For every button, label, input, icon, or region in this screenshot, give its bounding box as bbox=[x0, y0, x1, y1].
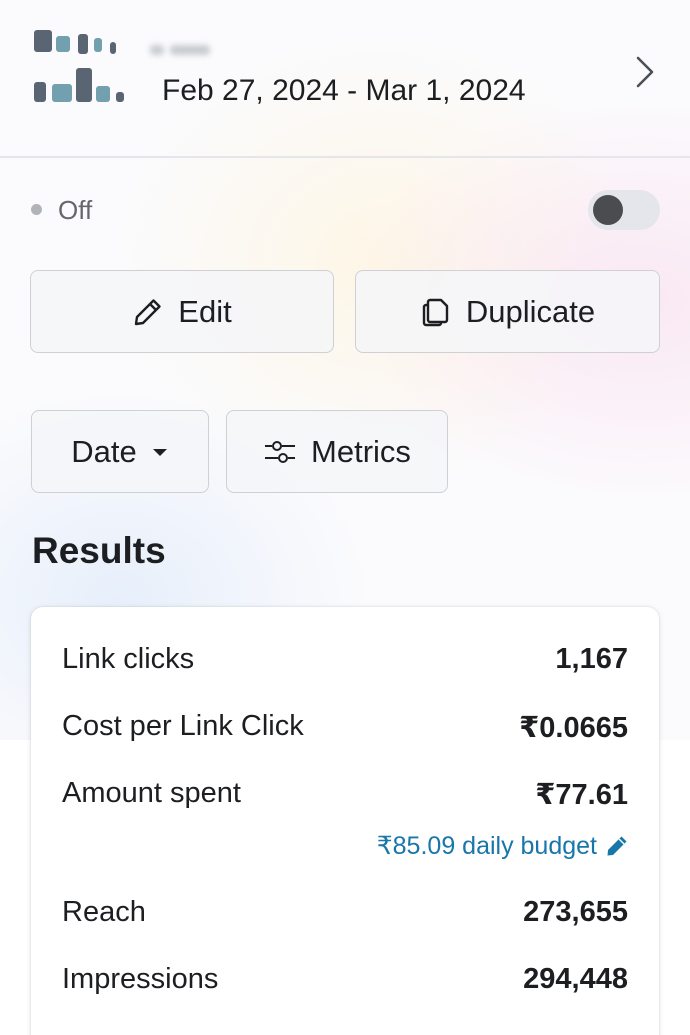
metric-value: 273,655 bbox=[523, 896, 628, 928]
ad-details-screen: Feb 27, 2024 - Mar 1, 2024 Off Edit Dupl… bbox=[0, 0, 690, 1035]
ad-name-redacted bbox=[150, 42, 230, 58]
pencil-icon bbox=[135, 298, 161, 325]
metric-value: ₹77.61 bbox=[535, 779, 628, 811]
ad-status-toggle[interactable] bbox=[588, 190, 660, 230]
metric-label: Impressions bbox=[62, 963, 219, 995]
metric-label: Reach bbox=[62, 896, 146, 928]
date-range: Feb 27, 2024 - Mar 1, 2024 bbox=[162, 74, 526, 107]
results-heading: Results bbox=[32, 530, 166, 571]
status-label: Off bbox=[58, 195, 93, 225]
metrics-label: Metrics bbox=[311, 433, 411, 469]
duplicate-icon bbox=[422, 298, 449, 326]
results-card: Link clicks 1,167 Cost per Link Click ₹0… bbox=[31, 607, 659, 1035]
metrics-button[interactable]: Metrics bbox=[226, 410, 448, 493]
chevron-right-icon[interactable] bbox=[630, 52, 660, 92]
metric-value: 294,448 bbox=[523, 963, 628, 995]
metric-label: Cost per Link Click bbox=[62, 710, 304, 742]
metric-label: Amount spent bbox=[62, 777, 241, 809]
daily-budget-link[interactable]: ₹85.09 daily budget bbox=[377, 831, 629, 861]
pencil-edit-icon bbox=[607, 836, 627, 856]
ad-header[interactable]: Feb 27, 2024 - Mar 1, 2024 bbox=[0, 0, 690, 158]
daily-budget-label: ₹85.09 daily budget bbox=[376, 832, 597, 860]
duplicate-button[interactable]: Duplicate bbox=[355, 270, 660, 353]
edit-label: Edit bbox=[178, 293, 232, 329]
ad-thumbnail bbox=[30, 20, 130, 110]
edit-button[interactable]: Edit bbox=[30, 270, 334, 353]
metric-value: ₹0.0665 bbox=[519, 712, 628, 744]
metric-value: 1,167 bbox=[555, 643, 628, 675]
toggle-knob bbox=[593, 195, 623, 225]
caret-down-icon bbox=[152, 448, 167, 456]
metric-label: Link clicks bbox=[62, 643, 195, 675]
duplicate-label: Duplicate bbox=[465, 293, 596, 329]
status-dot-icon bbox=[31, 204, 42, 215]
sliders-icon bbox=[265, 440, 296, 463]
date-dropdown-label: Date bbox=[71, 433, 137, 469]
date-dropdown[interactable]: Date bbox=[31, 410, 209, 493]
